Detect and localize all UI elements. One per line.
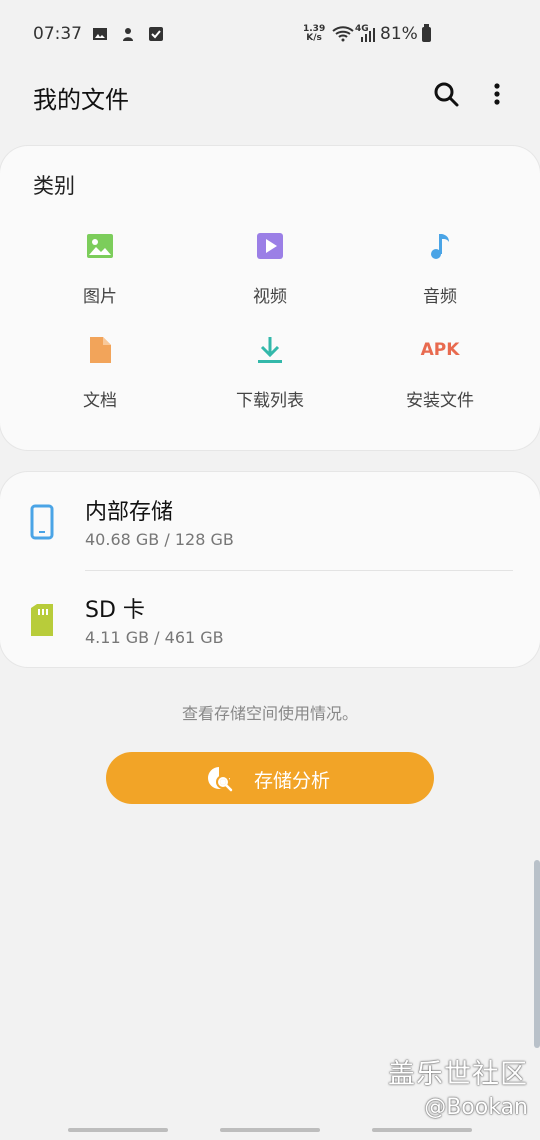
- storage-name: 内部存储: [85, 500, 174, 525]
- storage-name: SD 卡: [85, 598, 145, 623]
- categories-title: 类别: [33, 174, 75, 198]
- storage-hint-text: 查看存储空间使用情况。: [181, 704, 358, 723]
- nav-hint-center[interactable]: [220, 1128, 320, 1132]
- category-videos[interactable]: 视频: [185, 226, 355, 326]
- check-notification-icon: [149, 27, 163, 41]
- category-label: 文档: [83, 391, 117, 411]
- category-label: 安装文件: [406, 391, 474, 411]
- category-documents[interactable]: 文档: [15, 330, 185, 430]
- phone-icon: [30, 504, 54, 540]
- battery-percent: 81%: [380, 24, 418, 44]
- network-speed: 1.39 K/s: [303, 24, 326, 43]
- storage-row-sd-card[interactable]: SD 卡 4.11 GB / 461 GB: [0, 570, 540, 666]
- category-images[interactable]: 图片: [15, 226, 185, 326]
- app-notification-icon: [123, 28, 133, 41]
- storage-row-internal[interactable]: 内部存储 40.68 GB / 128 GB: [0, 472, 540, 568]
- storage-card: 内部存储 40.68 GB / 128 GB SD 卡 4.11 GB / 46…: [0, 472, 540, 667]
- battery-icon: [422, 24, 431, 42]
- category-label: 下载列表: [236, 391, 304, 411]
- search-icon[interactable]: [430, 78, 462, 110]
- categories-card: 类别 图片 视频 音频 文档 下载列表 APK 安装文件: [0, 146, 540, 450]
- image-icon: [87, 234, 113, 258]
- storage-analysis-button[interactable]: 存储分析: [106, 752, 434, 804]
- wifi-icon: [332, 26, 354, 42]
- document-icon: [90, 337, 111, 363]
- gallery-notification-icon: [93, 28, 107, 40]
- storage-size: 40.68 GB / 128 GB: [85, 530, 234, 549]
- download-icon: [258, 337, 282, 363]
- watermark: 盖乐世社区 @Bookan: [388, 1052, 528, 1120]
- more-options-icon[interactable]: [484, 78, 510, 110]
- watermark-title: 盖乐世社区: [388, 1059, 528, 1090]
- status-time: 07:37: [33, 24, 82, 44]
- category-label: 图片: [83, 287, 117, 307]
- category-label: 视频: [253, 287, 287, 307]
- music-icon: [431, 234, 449, 259]
- gesture-nav-bar: [0, 1124, 540, 1140]
- signal-icon: [361, 28, 375, 42]
- nav-hint-left[interactable]: [68, 1128, 168, 1132]
- storage-analysis-icon: [208, 767, 233, 792]
- nav-hint-right[interactable]: [372, 1128, 472, 1132]
- sd-card-icon: [31, 604, 53, 636]
- storage-analysis-label: 存储分析: [254, 770, 331, 792]
- app-bar: 我的文件: [0, 68, 540, 124]
- category-label: 音频: [423, 287, 457, 307]
- status-bar: 07:37 1.39 K/s 4G 81%: [0, 0, 540, 68]
- notification-icons: [92, 26, 164, 42]
- page-title: 我的文件: [33, 86, 129, 114]
- storage-size: 4.11 GB / 461 GB: [85, 628, 224, 647]
- watermark-user: @Bookan: [424, 1095, 528, 1120]
- category-downloads[interactable]: 下载列表: [185, 330, 355, 430]
- scrollbar[interactable]: [534, 860, 540, 1048]
- category-install-files[interactable]: APK 安装文件: [355, 330, 525, 430]
- video-icon: [257, 233, 283, 259]
- category-audio[interactable]: 音频: [355, 226, 525, 326]
- apk-icon: APK: [420, 340, 460, 360]
